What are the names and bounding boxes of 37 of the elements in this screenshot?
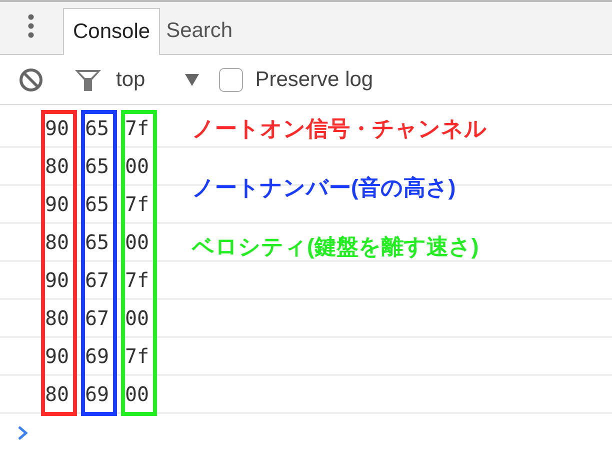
annotation-label: ノートナンバー(音の高さ) [192, 174, 456, 202]
log-value: 80 [45, 305, 70, 332]
log-value: 7f [125, 267, 150, 294]
log-value: 69 [85, 343, 110, 370]
log-value: 7f [125, 343, 150, 370]
log-value: 00 [125, 305, 150, 332]
more-menu-icon[interactable] [27, 14, 35, 38]
log-value: 7f [125, 191, 150, 218]
clear-console-icon[interactable] [19, 68, 43, 92]
log-value: 69 [85, 381, 110, 408]
log-value: 00 [125, 153, 150, 180]
tab[interactable]: Console [63, 8, 160, 55]
log-value: 90 [45, 267, 70, 294]
log-value: 65 [85, 153, 110, 180]
context-selector[interactable]: top [116, 64, 146, 96]
log-value: 80 [45, 153, 70, 180]
log-value: 67 [85, 267, 110, 294]
log-value: 67 [85, 305, 110, 332]
log-value: 00 [125, 229, 150, 256]
filter-icon[interactable] [74, 68, 102, 92]
log-value: 65 [85, 191, 110, 218]
log-value: 65 [85, 229, 110, 256]
log-value: 80 [45, 229, 70, 256]
tab[interactable]: Search [160, 7, 239, 54]
log-value: 00 [125, 381, 150, 408]
preserve-log-label: Preserve log [255, 66, 374, 93]
log-value: 90 [45, 115, 70, 142]
annotation-label: ノートオン信号・チャンネル [192, 115, 487, 143]
log-value: 7f [125, 115, 150, 142]
annotation-label: ベロシティ(鍵盤を離す速さ) [192, 233, 479, 261]
log-value: 80 [45, 381, 70, 408]
prompt-chevron-icon [17, 426, 29, 440]
log-value: 90 [45, 343, 70, 370]
log-value: 65 [85, 115, 110, 142]
preserve-log-checkbox[interactable] [219, 68, 244, 92]
log-value: 90 [45, 191, 70, 218]
dropdown-triangle-icon[interactable] [185, 74, 200, 86]
